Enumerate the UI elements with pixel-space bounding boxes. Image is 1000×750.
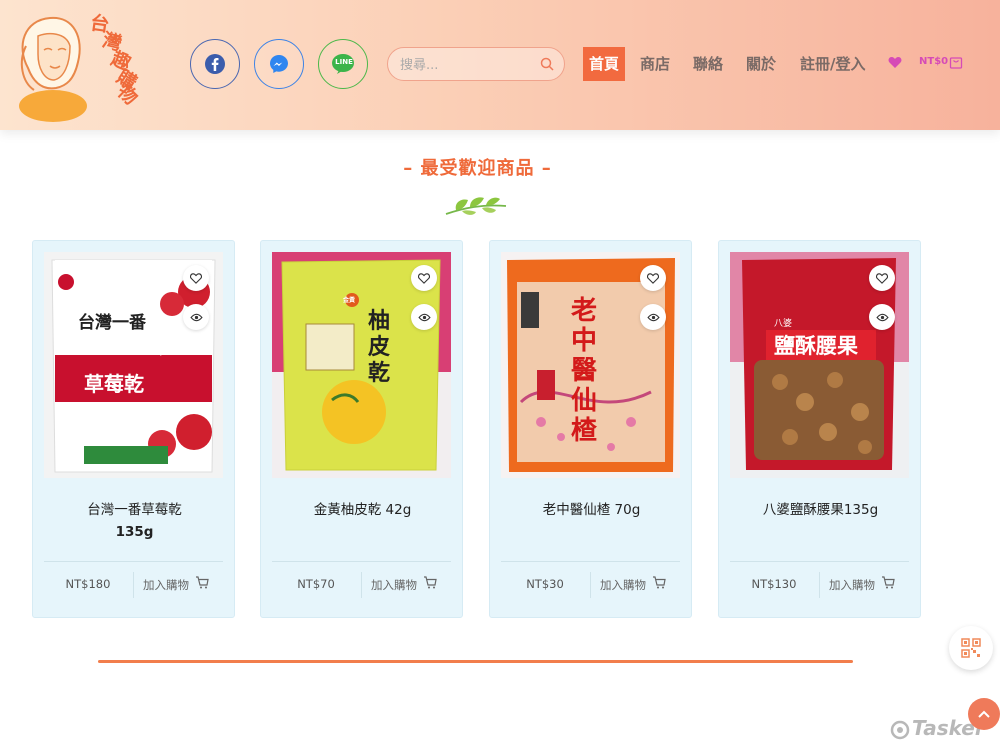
- eye-icon: [417, 313, 431, 321]
- product-name-line1[interactable]: 金黃柚皮乾 42g: [271, 499, 454, 521]
- heart-outline-icon: [190, 272, 202, 284]
- eye-icon: [189, 313, 203, 321]
- card-separator: [819, 572, 820, 598]
- cart-icon[interactable]: [881, 576, 895, 589]
- card-separator: [361, 572, 362, 598]
- package-badge: 金黃: [343, 297, 356, 304]
- cart-icon[interactable]: [195, 576, 209, 589]
- package-title: 老中醫仙楂: [571, 296, 598, 446]
- card-divider: [44, 561, 223, 562]
- cart-total[interactable]: NT$0: [919, 56, 948, 67]
- search-icon[interactable]: [540, 57, 554, 71]
- package-brand: 台灣一番: [78, 313, 146, 333]
- qr-code-button[interactable]: [949, 626, 993, 670]
- quick-view-button[interactable]: [869, 304, 895, 330]
- product-name[interactable]: 金黃柚皮乾 42g: [271, 499, 454, 521]
- leaf-decoration-icon: [445, 197, 507, 215]
- wishlist-heart-icon[interactable]: [888, 56, 902, 69]
- wishlist-button[interactable]: [640, 265, 666, 291]
- site-header: 台 灣 趣 購 物 LINE 搜尋... 首頁 商店 聯絡 關於 註冊/登入 N…: [0, 0, 1000, 130]
- product-name-line1[interactable]: 老中醫仙楂 70g: [500, 499, 683, 521]
- eye-icon: [646, 313, 660, 321]
- search-box[interactable]: [387, 47, 565, 81]
- nav-about[interactable]: 關於: [746, 47, 776, 81]
- quick-view-button[interactable]: [640, 304, 666, 330]
- product-card[interactable]: 八婆 鹽酥腰果 八婆鹽酥腰果135g NT$130 加入購物: [718, 240, 921, 618]
- product-price: NT$180: [65, 577, 111, 591]
- nav-home[interactable]: 首頁: [583, 47, 626, 81]
- heart-outline-icon: [876, 272, 888, 284]
- product-name-line2[interactable]: 135g: [43, 521, 226, 543]
- heart-outline-icon: [418, 272, 430, 284]
- product-name[interactable]: 台灣一番草莓乾 135g: [43, 499, 226, 543]
- line-button[interactable]: LINE: [318, 39, 368, 89]
- add-to-cart-button[interactable]: 加入購物: [600, 577, 646, 593]
- nav-contact[interactable]: 聯絡: [693, 47, 723, 81]
- messenger-button[interactable]: [254, 39, 304, 89]
- add-to-cart-button[interactable]: 加入購物: [143, 577, 189, 593]
- product-name[interactable]: 八婆鹽酥腰果135g: [729, 499, 912, 521]
- wishlist-button[interactable]: [869, 265, 895, 291]
- page: 台 灣 趣 購 物 LINE 搜尋... 首頁 商店 聯絡 關於 註冊/登入 N…: [0, 0, 1000, 750]
- product-card[interactable]: 台灣一番 Dried Strawberry 草莓乾 台灣一番草莓乾 135g N…: [32, 240, 235, 618]
- product-card[interactable]: 金黃 柚皮乾 金黃柚皮乾 42g NT$70 加入購物: [260, 240, 463, 618]
- section-title: – 最受歡迎商品 –: [403, 158, 552, 179]
- product-price: NT$70: [297, 577, 335, 591]
- product-card[interactable]: 老中醫仙楂 老中醫仙楂 70g NT$30 加入購物: [489, 240, 692, 618]
- search-input[interactable]: [400, 55, 530, 75]
- product-price: NT$130: [751, 577, 797, 591]
- package-english-name: Dried Strawberry: [104, 348, 164, 356]
- product-name-line1[interactable]: 八婆鹽酥腰果135g: [729, 499, 912, 521]
- product-name-line1[interactable]: 台灣一番草莓乾: [43, 499, 226, 521]
- chevron-up-icon: [978, 710, 990, 718]
- facebook-icon: [205, 54, 225, 74]
- card-divider: [272, 561, 451, 562]
- package-brand: 八婆: [774, 319, 793, 329]
- wishlist-button[interactable]: [183, 265, 209, 291]
- section-divider: [98, 660, 853, 663]
- card-divider: [501, 561, 680, 562]
- messenger-icon: [270, 55, 288, 73]
- eye-icon: [875, 313, 889, 321]
- cart-icon[interactable]: [652, 576, 666, 589]
- line-label: LINE: [335, 58, 353, 66]
- quick-view-button[interactable]: [183, 304, 209, 330]
- cart-bag-icon[interactable]: [949, 55, 963, 69]
- logo-text: 台 灣 趣 購 物: [88, 12, 148, 126]
- quick-view-button[interactable]: [411, 304, 437, 330]
- add-to-cart-button[interactable]: 加入購物: [829, 577, 875, 593]
- site-logo[interactable]: 台 灣 趣 購 物: [8, 6, 142, 124]
- facebook-button[interactable]: [190, 39, 240, 89]
- cart-icon[interactable]: [423, 576, 437, 589]
- heart-outline-icon: [647, 272, 659, 284]
- add-to-cart-button[interactable]: 加入購物: [371, 577, 417, 593]
- back-to-top-button[interactable]: [968, 698, 1000, 730]
- nav-login[interactable]: 註冊/登入: [800, 47, 865, 81]
- wishlist-button[interactable]: [411, 265, 437, 291]
- package-title: 草莓乾: [84, 372, 144, 396]
- qr-code-icon: [961, 638, 981, 658]
- product-name[interactable]: 老中醫仙楂 70g: [500, 499, 683, 521]
- nav-shop[interactable]: 商店: [640, 47, 670, 81]
- watermark-logo-icon: [890, 720, 910, 739]
- card-divider: [730, 561, 909, 562]
- product-price: NT$30: [526, 577, 564, 591]
- card-separator: [133, 572, 134, 598]
- card-separator: [590, 572, 591, 598]
- package-title: 鹽酥腰果: [774, 333, 858, 358]
- package-title: 柚皮乾: [368, 308, 391, 386]
